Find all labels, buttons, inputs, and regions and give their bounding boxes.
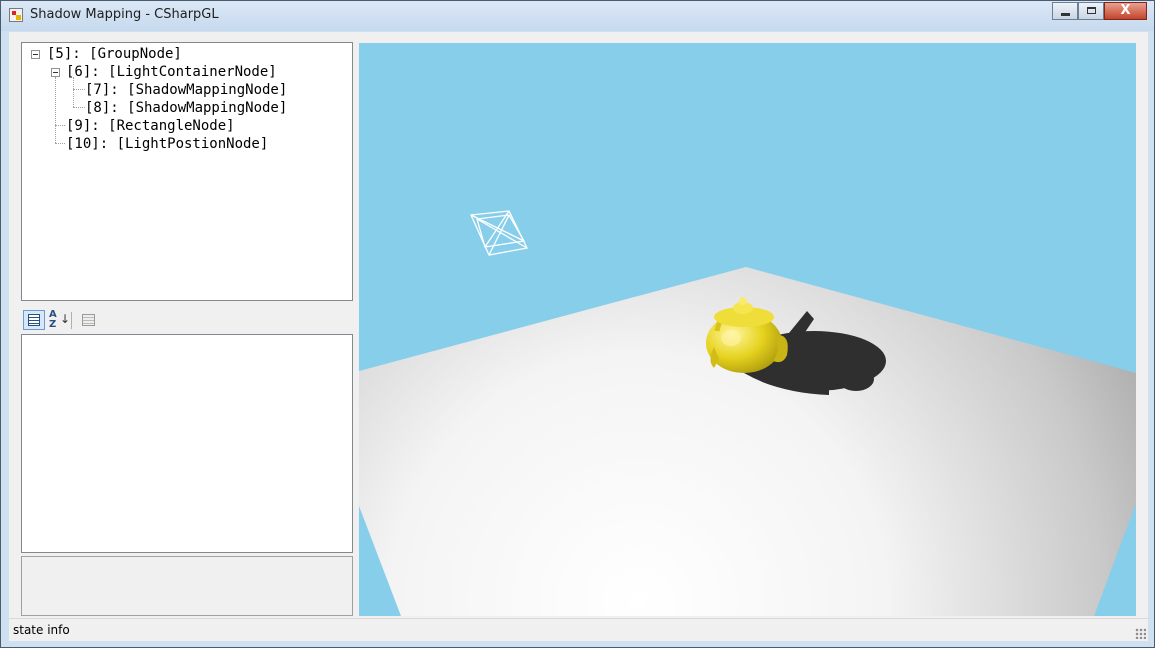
collapse-icon[interactable] <box>31 50 40 59</box>
maximize-icon <box>1087 7 1096 14</box>
close-icon: X <box>1120 3 1131 18</box>
tree-node-shadow-mapping-8[interactable]: [8]: [ShadowMappingNode] <box>85 99 287 117</box>
main-window: Shadow Mapping - CSharpGL X [5]: [GroupN… <box>0 0 1155 648</box>
tree-line <box>55 143 65 144</box>
sort-az-icon: AZ <box>49 309 57 330</box>
client-area: [5]: [GroupNode] [6]: [LightContainerNod… <box>9 32 1148 641</box>
tree-line <box>73 89 85 90</box>
gl-viewport[interactable] <box>359 43 1136 616</box>
property-description-pane <box>21 556 353 616</box>
tree-line <box>73 107 85 108</box>
status-bar: state info <box>9 618 1148 641</box>
toolbar-separator <box>71 312 72 329</box>
tree-node-light-container[interactable]: [6]: [LightContainerNode] <box>66 63 277 81</box>
tree-line <box>73 77 74 107</box>
scene-render <box>359 43 1136 616</box>
alphabetical-button[interactable]: AZ ↓ <box>46 309 71 330</box>
resize-grip-icon[interactable] <box>1135 628 1146 639</box>
categorized-button[interactable] <box>23 310 45 330</box>
categorized-icon <box>28 314 40 326</box>
collapse-icon[interactable] <box>51 68 60 77</box>
minimize-icon <box>1061 13 1070 16</box>
tree-line <box>55 125 65 126</box>
property-grid[interactable] <box>21 334 353 553</box>
tree-node-rectangle[interactable]: [9]: [RectangleNode] <box>66 117 235 135</box>
title-bar[interactable]: Shadow Mapping - CSharpGL X <box>1 1 1154 31</box>
property-pages-button[interactable] <box>76 310 98 330</box>
arrow-down-icon: ↓ <box>60 312 71 326</box>
maximize-button[interactable] <box>1078 2 1104 20</box>
status-text: state info <box>13 623 70 637</box>
scene-tree-view[interactable]: [5]: [GroupNode] [6]: [LightContainerNod… <box>21 42 353 301</box>
property-grid-toolbar: AZ ↓ <box>21 309 353 333</box>
app-icon[interactable] <box>9 8 23 22</box>
tree-node-group[interactable]: [5]: [GroupNode] <box>47 45 182 63</box>
tree-node-light-position[interactable]: [10]: [LightPostionNode] <box>66 135 268 153</box>
tree-node-shadow-mapping-7[interactable]: [7]: [ShadowMappingNode] <box>85 81 287 99</box>
window-title: Shadow Mapping - CSharpGL <box>30 7 219 22</box>
minimize-button[interactable] <box>1052 2 1078 20</box>
tree-line <box>55 77 56 143</box>
caption-buttons: X <box>1052 2 1147 21</box>
property-pages-icon <box>82 314 95 326</box>
close-button[interactable]: X <box>1104 2 1147 20</box>
